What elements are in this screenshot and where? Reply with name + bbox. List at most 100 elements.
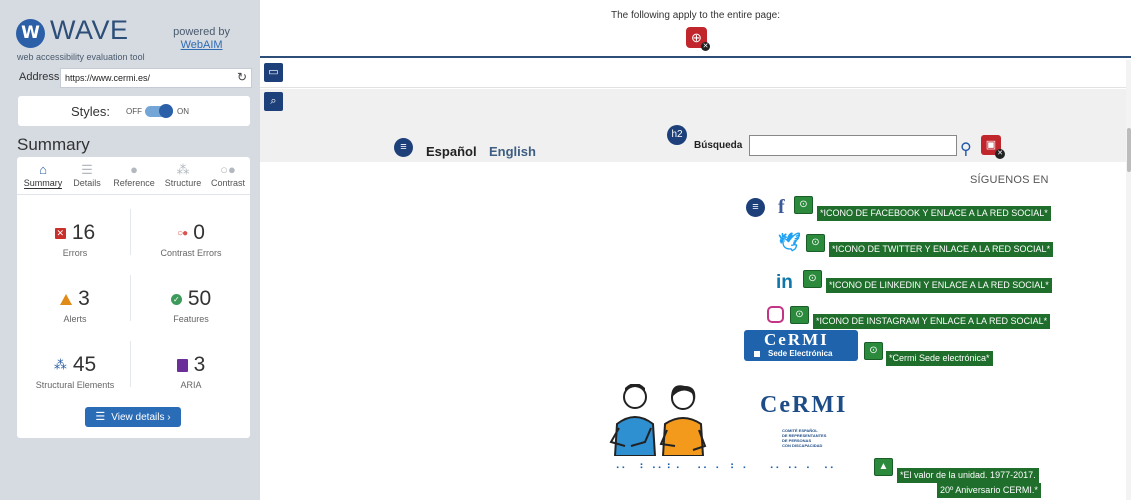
tab-structure[interactable]: ⁂ Structure <box>160 161 206 188</box>
alt-text-icon[interactable]: ⊙ <box>790 306 809 324</box>
evaluated-page: The following apply to the entire page: … <box>260 0 1131 500</box>
stat-errors[interactable]: ✕ 16 Errors <box>17 221 133 258</box>
summary-panel: ⌂ Summary ☰ Details ● Reference ⁂ Struct… <box>17 157 250 438</box>
aria-icon <box>176 358 188 372</box>
refresh-icon[interactable]: ↻ <box>237 70 247 84</box>
list-icon: ☰ <box>95 411 106 423</box>
styles-on-label: ON <box>177 107 189 116</box>
language-list-icon[interactable]: ≡ <box>394 138 413 157</box>
stat-alerts[interactable]: 3 Alerts <box>17 287 133 324</box>
address-bar: Address: ↻ <box>16 68 252 88</box>
tab-contrast[interactable]: ○● Contrast <box>208 161 248 188</box>
tab-contrast-label: Contrast <box>210 178 245 188</box>
alt-text-icon[interactable]: ⊙ <box>806 234 825 252</box>
styles-toggle-box: Styles: OFF ON <box>18 96 250 126</box>
language-missing-error-icon[interactable]: ⊕ ✕ <box>686 27 710 51</box>
search-input[interactable] <box>749 135 957 156</box>
structural-label: Structural Elements <box>35 380 115 390</box>
header-region-icon[interactable]: ▭ <box>264 63 283 82</box>
stat-contrast-errors[interactable]: ○● 0 Contrast Errors <box>133 221 249 258</box>
cermi-logo: CeRMI COMITÉ ESPAÑOL DE REPRESENTANTES D… <box>760 392 850 456</box>
cermi-logo-subtitle: COMITÉ ESPAÑOL DE REPRESENTANTES DE PERS… <box>782 428 826 448</box>
address-label: Address: <box>19 71 63 83</box>
facebook-alt-text: *ICONO DE FACEBOOK Y ENLACE A LA RED SOC… <box>817 206 1051 221</box>
twitter-icon[interactable]: 🕊 <box>778 232 801 253</box>
structure-icon: ⁂ <box>176 162 190 177</box>
features-count: 50 <box>187 287 212 310</box>
page-scrollbar[interactable] <box>1126 60 1131 500</box>
cermi-logo-word: CeRMI <box>760 392 848 418</box>
tab-summary[interactable]: ⌂ Summary <box>21 161 65 189</box>
cermi-sede-word: CeRMI <box>764 330 829 349</box>
people-illustration <box>609 384 707 456</box>
error-icon: ✕ <box>54 227 66 239</box>
summary-heading: Summary <box>17 135 90 154</box>
alerts-count: 3 <box>78 287 90 310</box>
wave-title: WAVE <box>50 15 129 45</box>
alt-text-icon[interactable]: ⊙ <box>794 196 813 214</box>
tab-details[interactable]: ☰ Details <box>69 161 105 188</box>
stat-structural[interactable]: ⁂ 45 Structural Elements <box>17 353 133 390</box>
address-input[interactable] <box>60 68 252 88</box>
aria-count: 3 <box>193 353 206 376</box>
search-icon[interactable]: ⚲ <box>960 139 972 159</box>
facebook-icon[interactable]: f <box>778 196 785 219</box>
alert-icon <box>60 293 73 305</box>
tab-reference-label: Reference <box>113 178 155 188</box>
powered-by: powered by WebAIM <box>173 26 230 52</box>
aria-label: ARIA <box>180 380 202 390</box>
structure-icon: ⁂ <box>53 357 67 373</box>
unity-alt-text-line2: 20º Aniversario CERMI.* <box>937 483 1041 498</box>
styles-toggle[interactable] <box>145 104 173 118</box>
errors-label: Errors <box>62 248 88 258</box>
follow-us-heading: SÍGUENOS EN <box>970 174 1049 186</box>
linkedin-icon[interactable]: in <box>776 272 793 294</box>
contrast-errors-count: 0 <box>193 221 205 244</box>
sede-alt-text: *Cermi Sede electrónica* <box>886 351 993 366</box>
contrast-errors-label: Contrast Errors <box>160 248 222 258</box>
error-badge-icon: ✕ <box>995 149 1005 159</box>
webaim-link[interactable]: WebAIM <box>173 39 230 52</box>
structural-count: 45 <box>72 353 97 376</box>
nav-english-link[interactable]: English <box>489 144 536 159</box>
stat-features[interactable]: ✓ 50 Features <box>133 287 249 324</box>
missing-label-error-icon[interactable]: ▣ ✕ <box>981 135 1005 159</box>
unity-alt-text-line1: *El valor de la unidad. 1977-2017. <box>897 468 1039 483</box>
list-icon: ☰ <box>81 162 93 177</box>
instagram-alt-text: *ICONO DE INSTAGRAM Y ENLACE A LA RED SO… <box>813 314 1051 329</box>
twitter-alt-text: *ICONO DE TWITTER Y ENLACE A LA RED SOCI… <box>829 242 1054 257</box>
contrast-error-icon: ○● <box>177 227 188 239</box>
info-icon: ● <box>130 162 138 177</box>
nav-espanol-link[interactable]: Español <box>426 144 477 159</box>
stat-aria[interactable]: 3 ARIA <box>133 353 249 390</box>
scrollbar-thumb[interactable] <box>1127 128 1131 172</box>
tab-reference[interactable]: ● Reference <box>110 161 158 188</box>
cermi-sede-sub: Sede Electrónica <box>768 349 833 358</box>
alt-text-icon[interactable]: ⊙ <box>803 270 822 288</box>
sede-square-icon <box>754 351 760 357</box>
entire-page-note: The following apply to the entire page: <box>611 10 780 21</box>
search-label: Búsqueda <box>694 140 743 151</box>
panel-tabs: ⌂ Summary ☰ Details ● Reference ⁂ Struct… <box>17 157 250 195</box>
view-details-button[interactable]: ☰ View details › <box>85 407 181 427</box>
instagram-icon[interactable] <box>767 306 784 323</box>
linkedin-alt-text: *ICONO DE LINKEDIN Y ENLACE A LA RED SOC… <box>826 278 1052 293</box>
alerts-label: Alerts <box>63 314 87 324</box>
heading-h2-icon[interactable]: h2 <box>667 125 687 145</box>
cermi-sede-banner[interactable]: CeRMI Sede Electrónica <box>744 330 858 361</box>
tab-summary-label: Summary <box>23 178 63 189</box>
page-band-header: ▭ <box>260 60 1131 88</box>
features-label: Features <box>173 314 209 324</box>
alt-text-icon[interactable]: ▲ <box>874 458 893 476</box>
contrast-icon: ○● <box>220 162 236 177</box>
styles-off-label: OFF <box>126 107 142 116</box>
cermi-logo-line: CON DISCAPACIDAD <box>782 443 823 448</box>
home-icon: ⌂ <box>39 162 47 177</box>
styles-label: Styles: <box>71 104 111 119</box>
wave-logo-icon: W <box>16 19 45 48</box>
errors-count: 16 <box>71 221 96 244</box>
alt-text-icon[interactable]: ⊙ <box>864 342 883 360</box>
search-region-icon[interactable]: ⌕ <box>264 92 283 111</box>
styles-toggle-knob <box>159 104 173 118</box>
social-list-icon[interactable]: ≡ <box>746 198 765 217</box>
